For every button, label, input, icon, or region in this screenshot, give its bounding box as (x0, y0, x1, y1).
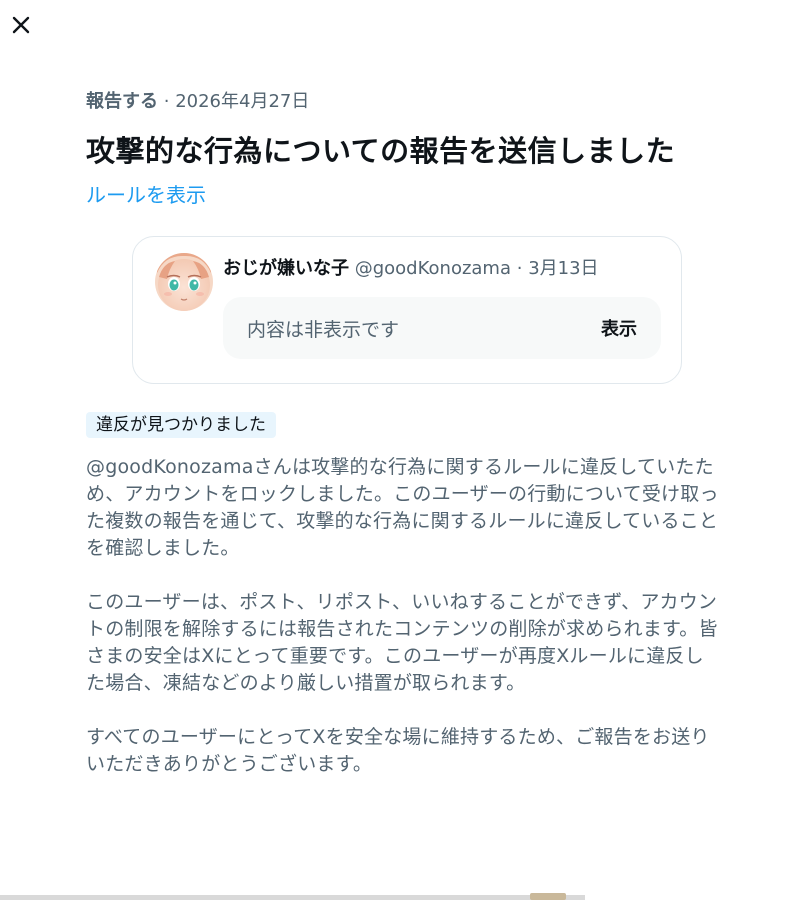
post-meta-separator: · (516, 258, 523, 279)
close-icon (12, 16, 30, 34)
close-button[interactable] (6, 10, 36, 40)
violation-found-badge: 違反が見つかりました (86, 412, 276, 438)
post-header: おじが嫌いな子 @goodKonozama · 3月13日 (223, 255, 599, 283)
author-name[interactable]: おじが嫌いな子 (223, 258, 349, 279)
hidden-content-text: 内容は非表示です (247, 318, 400, 341)
page-title: 攻撃的な行為についての報告を送信しました (86, 134, 676, 168)
result-paragraph: すべてのユーザーにとってXを安全な場に維持するため、ご報告をお送りいただきありが… (86, 726, 710, 775)
result-paragraph: このユーザーは、ポスト、リポスト、いいねすることができず、アカウントの制限を解除… (86, 591, 718, 694)
report-detail-page: 報告する · 2026年4月27日 攻撃的な行為についての報告を送信しました ル… (0, 0, 800, 900)
post-date[interactable]: 3月13日 (528, 258, 598, 279)
avatar[interactable] (155, 253, 213, 311)
report-action: 報告する (86, 91, 158, 112)
bottom-thumbnail-edge (530, 893, 566, 900)
report-content: 報告する · 2026年4月27日 攻撃的な行為についての報告を送信しました ル… (86, 88, 720, 797)
show-content-button[interactable]: 表示 (601, 315, 637, 341)
report-date: 2026年4月27日 (175, 91, 310, 112)
bottom-divider (0, 895, 585, 900)
report-meta: 報告する · 2026年4月27日 (86, 88, 720, 116)
result-paragraph: @goodKonozamaさんは攻撃的な行為に関するルールに違反していたため、ア… (86, 456, 719, 559)
view-rules-link[interactable]: ルールを表示 (86, 180, 206, 210)
hidden-content-box: 内容は非表示です 表示 (223, 297, 661, 359)
author-handle[interactable]: @goodKonozama (355, 258, 511, 279)
meta-separator: · (163, 91, 170, 112)
reported-post-card[interactable]: おじが嫌いな子 @goodKonozama · 3月13日 内容は非表示です 表… (132, 236, 682, 384)
